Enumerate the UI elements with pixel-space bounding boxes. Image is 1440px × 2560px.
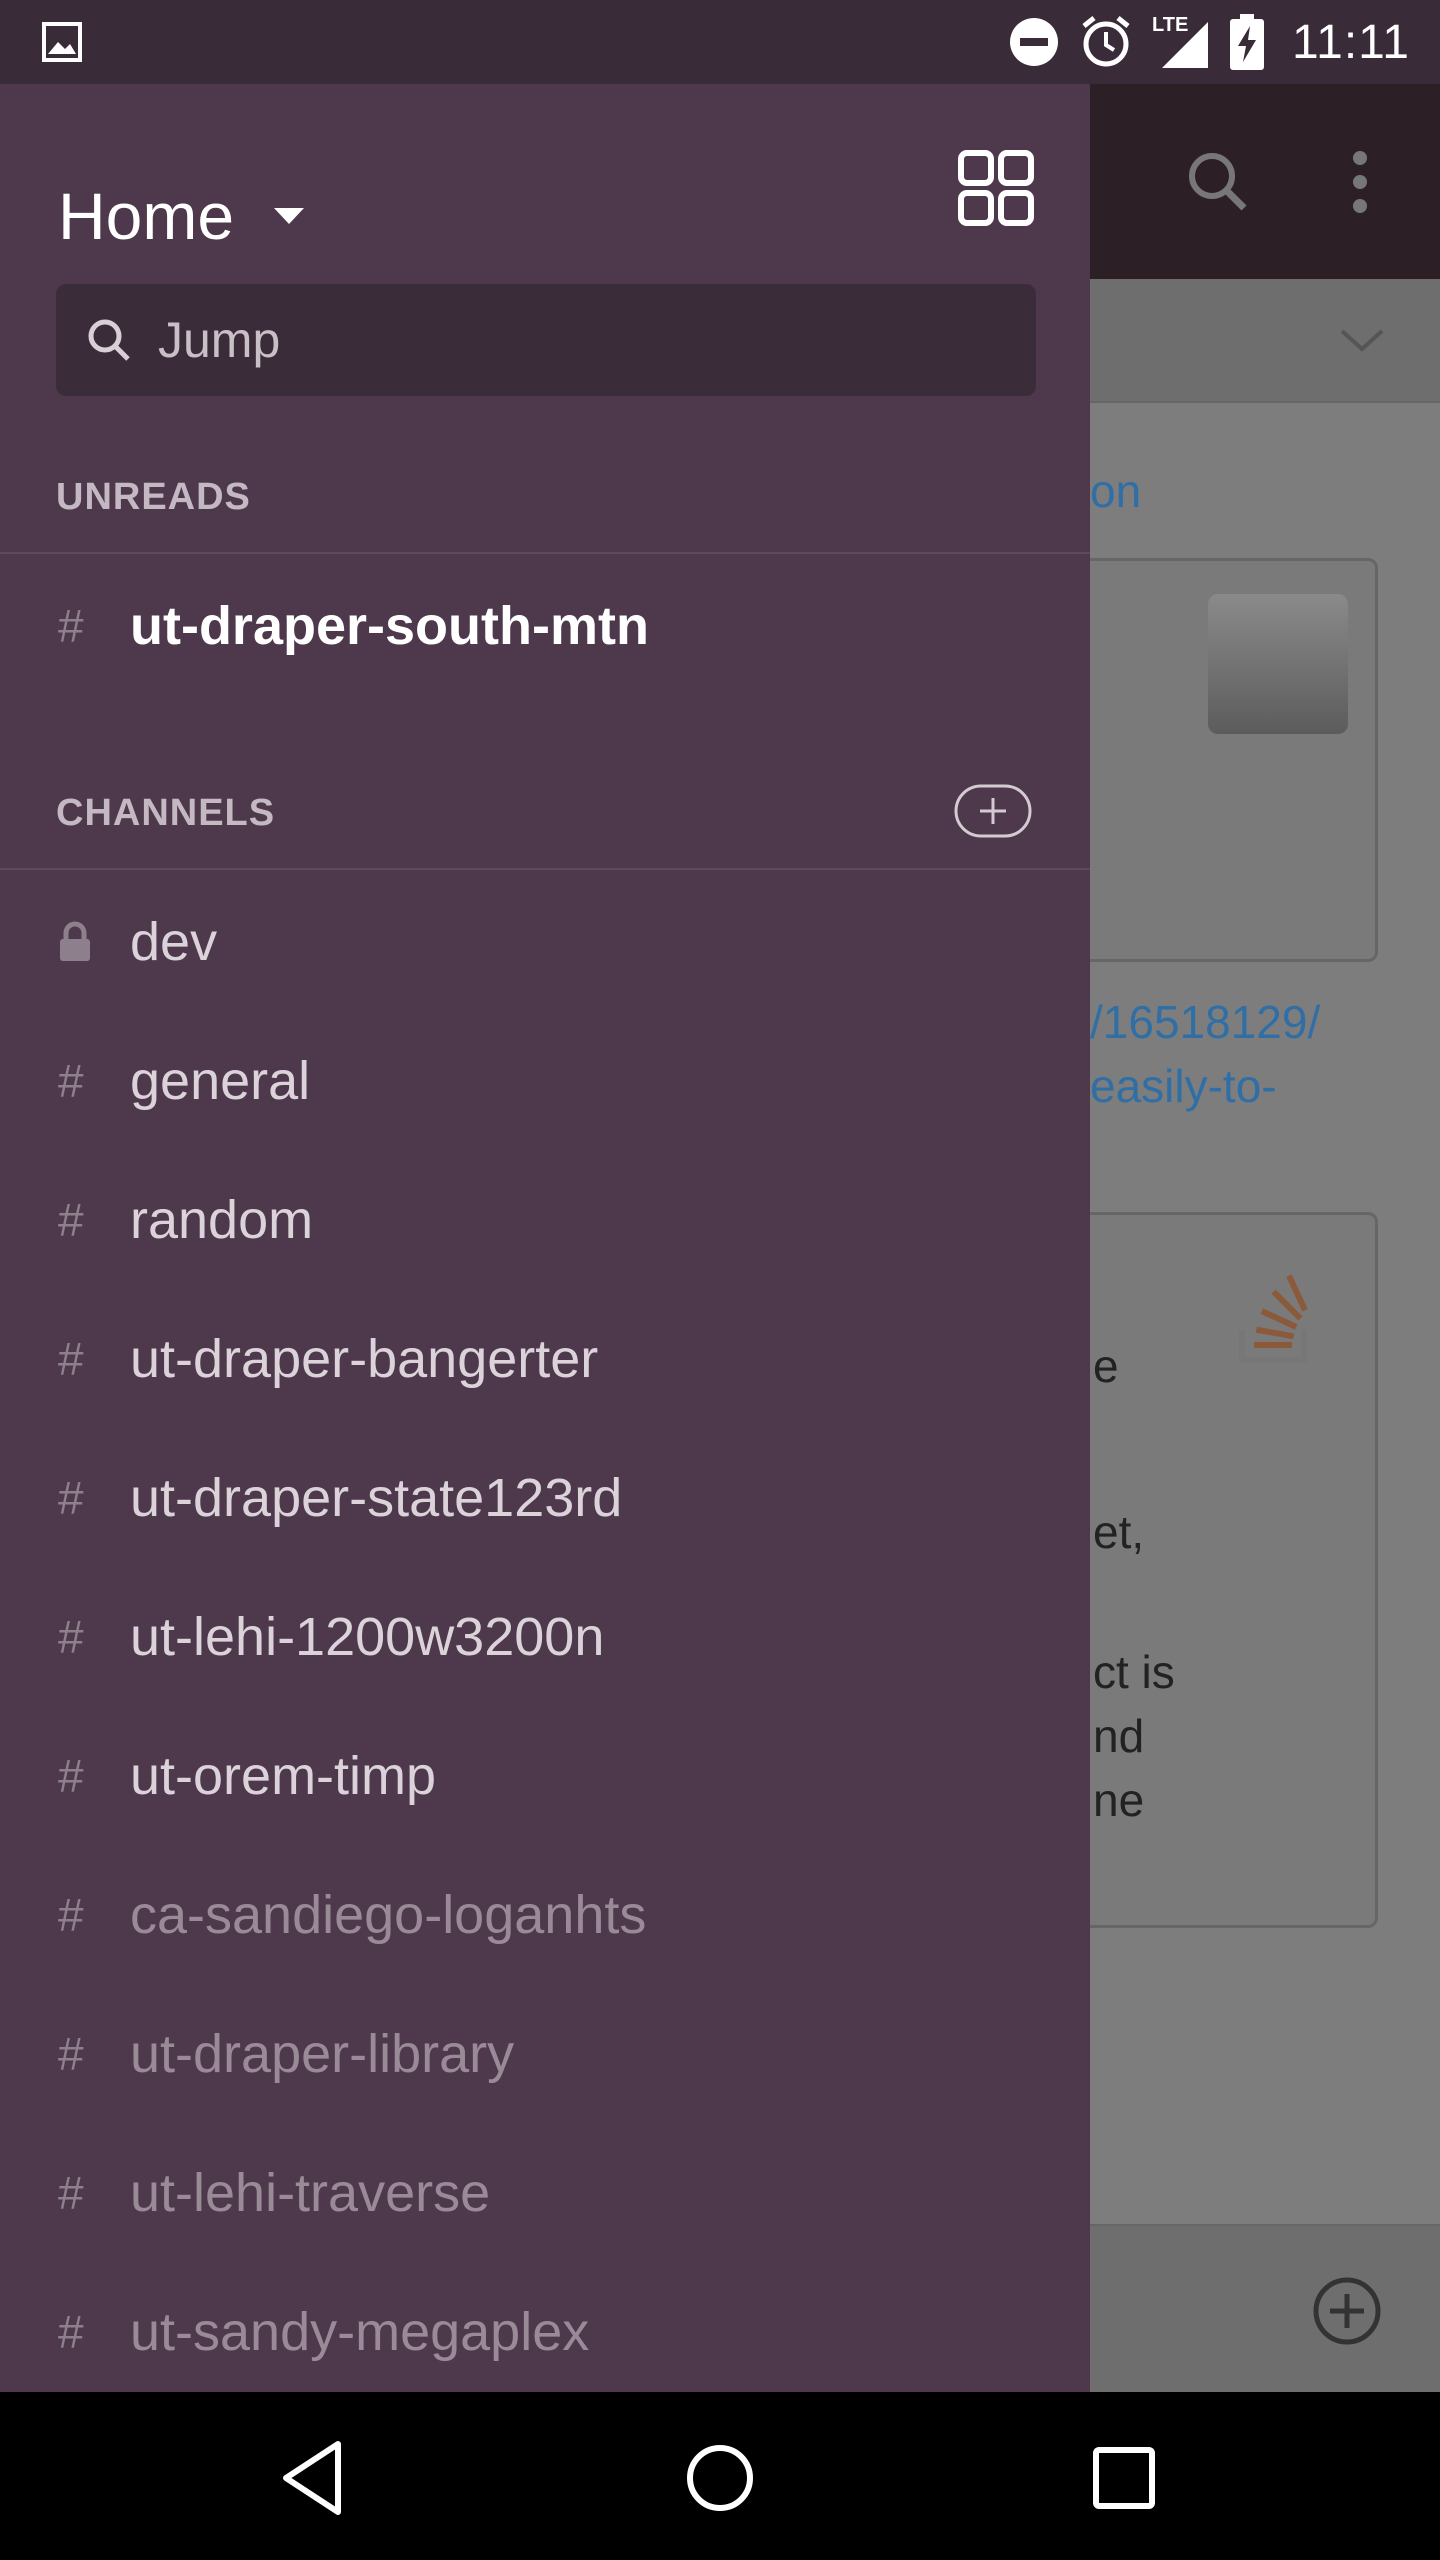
card-text: ct is [1093,1646,1175,1698]
url-line-1: /16518129/ [1090,996,1321,1048]
channel-item-random[interactable]: # random [0,1150,1090,1289]
channel-item-ut-lehi-traverse[interactable]: # ut-lehi-traverse [0,2123,1090,2262]
background-app: on /16518129/ easily-to- e et, ct is nd … [1090,84,1440,2392]
channels-header: CHANNELS [56,792,276,834]
system-nav-bar [0,2392,1440,2560]
grid-icon[interactable] [958,150,1034,226]
hash-icon: # [58,1610,84,1663]
clock: 11:11 [1292,15,1410,69]
back-icon[interactable] [274,2436,358,2520]
add-circle-icon[interactable] [1312,2276,1382,2346]
divider [0,868,1090,870]
background-link[interactable]: on [1090,464,1141,518]
channel-item-ut-draper-state123rd[interactable]: # ut-draper-state123rd [0,1428,1090,1567]
stackoverflow-icon [1239,1274,1308,1363]
channel-item-ut-draper-library[interactable]: # ut-draper-library [0,1984,1090,2123]
workspace-switcher[interactable]: Home [58,156,305,276]
hash-icon: # [58,1054,84,1107]
recents-icon[interactable] [1082,2436,1166,2520]
hash-icon: # [58,1749,84,1802]
channel-label: ca-sandiego-loganhts [130,1884,647,1945]
navigation-drawer: Home UNREADS # ut-draper-south-mtn CHANN… [0,84,1090,2392]
lock-icon [60,921,90,961]
hash-icon: # [58,2305,84,2358]
divider [0,552,1090,554]
channel-label: ut-orem-timp [130,1745,437,1806]
channel-item-ca-sandiego-loganhts[interactable]: # ca-sandiego-loganhts [0,1845,1090,1984]
channel-label: ut-sandy-megaplex [130,2301,590,2362]
alarm-icon [1082,16,1130,67]
hash-icon: # [58,1888,84,1941]
channel-label: ut-draper-bangerter [130,1328,599,1389]
channel-label: ut-draper-library [130,2023,515,2084]
hash-icon: # [58,599,84,652]
home-icon[interactable] [678,2436,762,2520]
jump-input[interactable] [156,310,980,370]
chevron-down-icon[interactable] [1340,329,1384,353]
hash-icon: # [58,2027,84,2080]
hash-icon: # [58,2166,84,2219]
card-text: nd [1093,1710,1145,1762]
hash-icon: # [58,1332,84,1385]
channel-item-general[interactable]: # general [0,1011,1090,1150]
unread-item[interactable]: # ut-draper-south-mtn [0,556,1090,695]
url-line-2: easily-to- [1090,1060,1277,1112]
unreads-header: UNREADS [56,476,251,518]
channel-label: dev [130,911,218,972]
hash-icon: # [58,1193,84,1246]
search-icon[interactable] [1186,150,1250,214]
avatar [1208,594,1348,734]
dnd-icon [1010,18,1058,66]
card-text: e [1093,1340,1119,1392]
card-text: et, [1093,1506,1145,1558]
channel-item-dev[interactable]: dev [0,872,1090,1011]
card-text: ne [1093,1774,1145,1826]
channel-label: ut-draper-south-mtn [130,595,649,656]
background-composer [1090,2224,1440,2392]
battery-charging-icon [1230,14,1264,70]
channel-label: ut-lehi-1200w3200n [130,1606,605,1667]
channel-label: random [130,1189,314,1250]
search-icon [88,319,130,361]
channel-item-ut-lehi-1200w3200n[interactable]: # ut-lehi-1200w3200n [0,1567,1090,1706]
channel-label: general [130,1050,311,1111]
signal-lte-icon: LTE [1152,14,1212,70]
add-channel-icon[interactable] [954,784,1032,838]
background-toolbar [1090,84,1440,279]
jump-search[interactable] [56,284,1036,396]
channel-item-ut-sandy-megaplex[interactable]: # ut-sandy-megaplex [0,2262,1090,2392]
channel-label: ut-draper-state123rd [130,1467,623,1528]
workspace-title: Home [58,179,235,253]
background-subbar [1090,279,1440,403]
hash-icon: # [58,1471,84,1524]
background-url[interactable]: /16518129/ easily-to- [1090,990,1320,1118]
overflow-menu-icon[interactable] [1352,150,1368,214]
channel-item-ut-draper-bangerter[interactable]: # ut-draper-bangerter [0,1289,1090,1428]
channel-label: ut-lehi-traverse [130,2162,491,2223]
channel-item-ut-orem-timp[interactable]: # ut-orem-timp [0,1706,1090,1845]
status-bar: LTE 11:11 [0,0,1440,84]
background-preview-card: e et, ct is nd ne [1090,1212,1378,1928]
caret-down-icon [274,208,305,224]
image-icon [42,22,82,62]
